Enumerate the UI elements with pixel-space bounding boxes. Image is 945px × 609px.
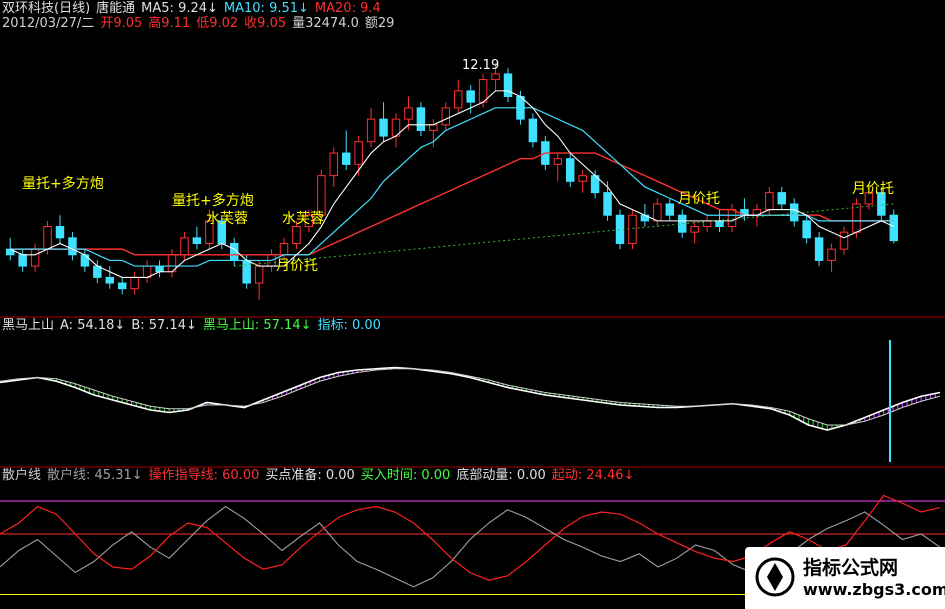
candle-body: [429, 124, 438, 131]
candle-body: [727, 209, 737, 228]
candle-body: [690, 226, 699, 233]
heima-line-a: [0, 366, 941, 431]
candle-body: [765, 192, 774, 211]
candle-body: [503, 73, 513, 98]
header2-item-4: 收9.05: [244, 16, 287, 31]
heima-header-item-0: 黑马上山: [2, 318, 55, 333]
header2-item-6: 额29: [364, 16, 395, 31]
candle-body: [528, 118, 538, 143]
candle-body: [478, 79, 488, 103]
candle-body: [777, 192, 787, 205]
candle-body: [441, 107, 451, 126]
watermark-title: 指标公式网: [803, 557, 899, 579]
candle-body: [130, 276, 139, 290]
candle-body: [55, 226, 65, 239]
candle-body: [839, 231, 849, 250]
sanhu-header-item-5: 底部动量: 0.00: [456, 468, 546, 483]
candle-body: [192, 237, 202, 244]
price-header-line1: 双环科技(日线) 唐能通 MA5: 9.24↓ MA10: 9.51↓ MA20: 9.…: [2, 1, 387, 16]
header2-item-1: 开9.05: [100, 16, 143, 31]
candle-body: [117, 282, 127, 290]
candle-body: [329, 152, 339, 177]
candle-body: [578, 175, 587, 182]
candle-body: [43, 226, 52, 250]
candle-body: [354, 141, 363, 165]
candle-body: [404, 107, 413, 120]
sanhu-header-item-0: 散户线: [2, 468, 42, 483]
header1-item-4: MA20: 9.4: [314, 1, 381, 16]
annotation-yuejiatuo-3: 月价托: [852, 181, 894, 197]
candle-body: [491, 73, 500, 81]
candle-body: [453, 90, 463, 109]
candle-body: [254, 265, 264, 284]
candle-body: [814, 237, 824, 261]
candle-body: [702, 220, 712, 228]
watermark: 指标公式网 www.zbgs3.com: [745, 547, 945, 609]
candle-body: [416, 107, 426, 131]
candle-body: [553, 158, 563, 165]
header2-item-2: 高9.11: [148, 16, 191, 31]
header1-item-0: 双环科技(日线): [2, 1, 91, 16]
sanhu-header-item-1: 散户线: 45.31↓: [47, 468, 143, 483]
annotation-yuejiatuo-2: 月价托: [678, 191, 720, 207]
stock-chart-screen: 双环科技(日线) 唐能通 MA5: 9.24↓ MA10: 9.51↓ MA20: 9.…: [0, 0, 945, 609]
indicator-header-sanhu: 散户线 散户线: 45.31↓ 操作指导线: 60.00 买点准备: 0.00 买入时间…: [2, 468, 640, 483]
header2-item-3: 低9.02: [196, 16, 239, 31]
ma5-line: [9, 90, 895, 278]
heima-header-item-3: 黑马上山: 57.14↓: [202, 318, 312, 333]
candle-body: [379, 118, 388, 137]
candle-body: [565, 158, 575, 182]
candle-body: [628, 214, 637, 244]
candle-body: [827, 248, 836, 261]
candle-body: [889, 214, 899, 242]
indicator-header-heima: 黑马上山 A: 54.18↓ B: 57.14↓ 黑马上山: 57.14↓ 指标: 0.…: [2, 318, 387, 333]
header1-item-2: MA5: 9.24↓: [141, 1, 218, 16]
header2-item-5: 量32474.0: [292, 16, 359, 31]
ma10-line: [10, 107, 894, 267]
candle-body: [105, 276, 115, 284]
annotation-liangtuo-1: 量托+多方炮: [22, 176, 104, 192]
candle-body: [466, 90, 475, 103]
candle-body: [653, 203, 662, 222]
candle-body: [155, 265, 164, 273]
watermark-logo-icon: [755, 557, 795, 597]
header1-item-3: MA10: 9.51↓: [223, 1, 309, 16]
candle-body: [180, 237, 189, 256]
candle-body: [789, 203, 799, 222]
candle-body: [242, 259, 251, 284]
sanhu-header-item-6: 起动: 24.46↓: [551, 468, 635, 483]
header1-item-1: 唐能通: [96, 1, 136, 16]
heima-header-item-1: A: 54.18↓: [60, 318, 126, 333]
annotation-high-price: 12.19: [462, 58, 500, 73]
sanhu-header-item-3: 买点准备: 0.00: [265, 468, 355, 483]
header2-item-0: 2012/03/27/二: [2, 16, 95, 31]
candle-body: [30, 248, 40, 267]
candle-body: [292, 226, 301, 244]
annotation-yuejiatuo-1: 月价托: [276, 258, 318, 274]
price-header-line2: 2012/03/27/二 开9.05 高9.11 低9.02 收9.05 量32474.0…: [2, 16, 400, 31]
annotation-shuifurong-1: 水芙蓉: [206, 211, 248, 227]
candle-body: [341, 152, 351, 165]
candle-body: [852, 203, 861, 233]
heima-header-item-4: 指标: 0.00: [317, 318, 381, 333]
candle-body: [366, 118, 376, 143]
ma20-line: [10, 152, 894, 256]
sanhu-header-item-4: 买入时间: 0.00: [360, 468, 451, 483]
candle-body: [715, 220, 724, 228]
candle-body: [18, 254, 27, 267]
heima-header-item-2: B: 57.14↓: [131, 318, 197, 333]
candle-body: [68, 237, 77, 256]
candle-body: [802, 220, 811, 239]
sanhu-header-item-2: 操作指导线: 60.00: [148, 468, 260, 483]
watermark-url: www.zbgs3.com: [803, 580, 945, 599]
chart-canvas[interactable]: [0, 0, 945, 609]
candle-body: [279, 242, 289, 256]
annotation-liangtuo-2: 量托+多方炮: [172, 193, 254, 209]
candle-body: [665, 203, 675, 216]
annotation-shuifurong-2: 水芙蓉: [282, 211, 324, 227]
candle-body: [603, 192, 612, 216]
